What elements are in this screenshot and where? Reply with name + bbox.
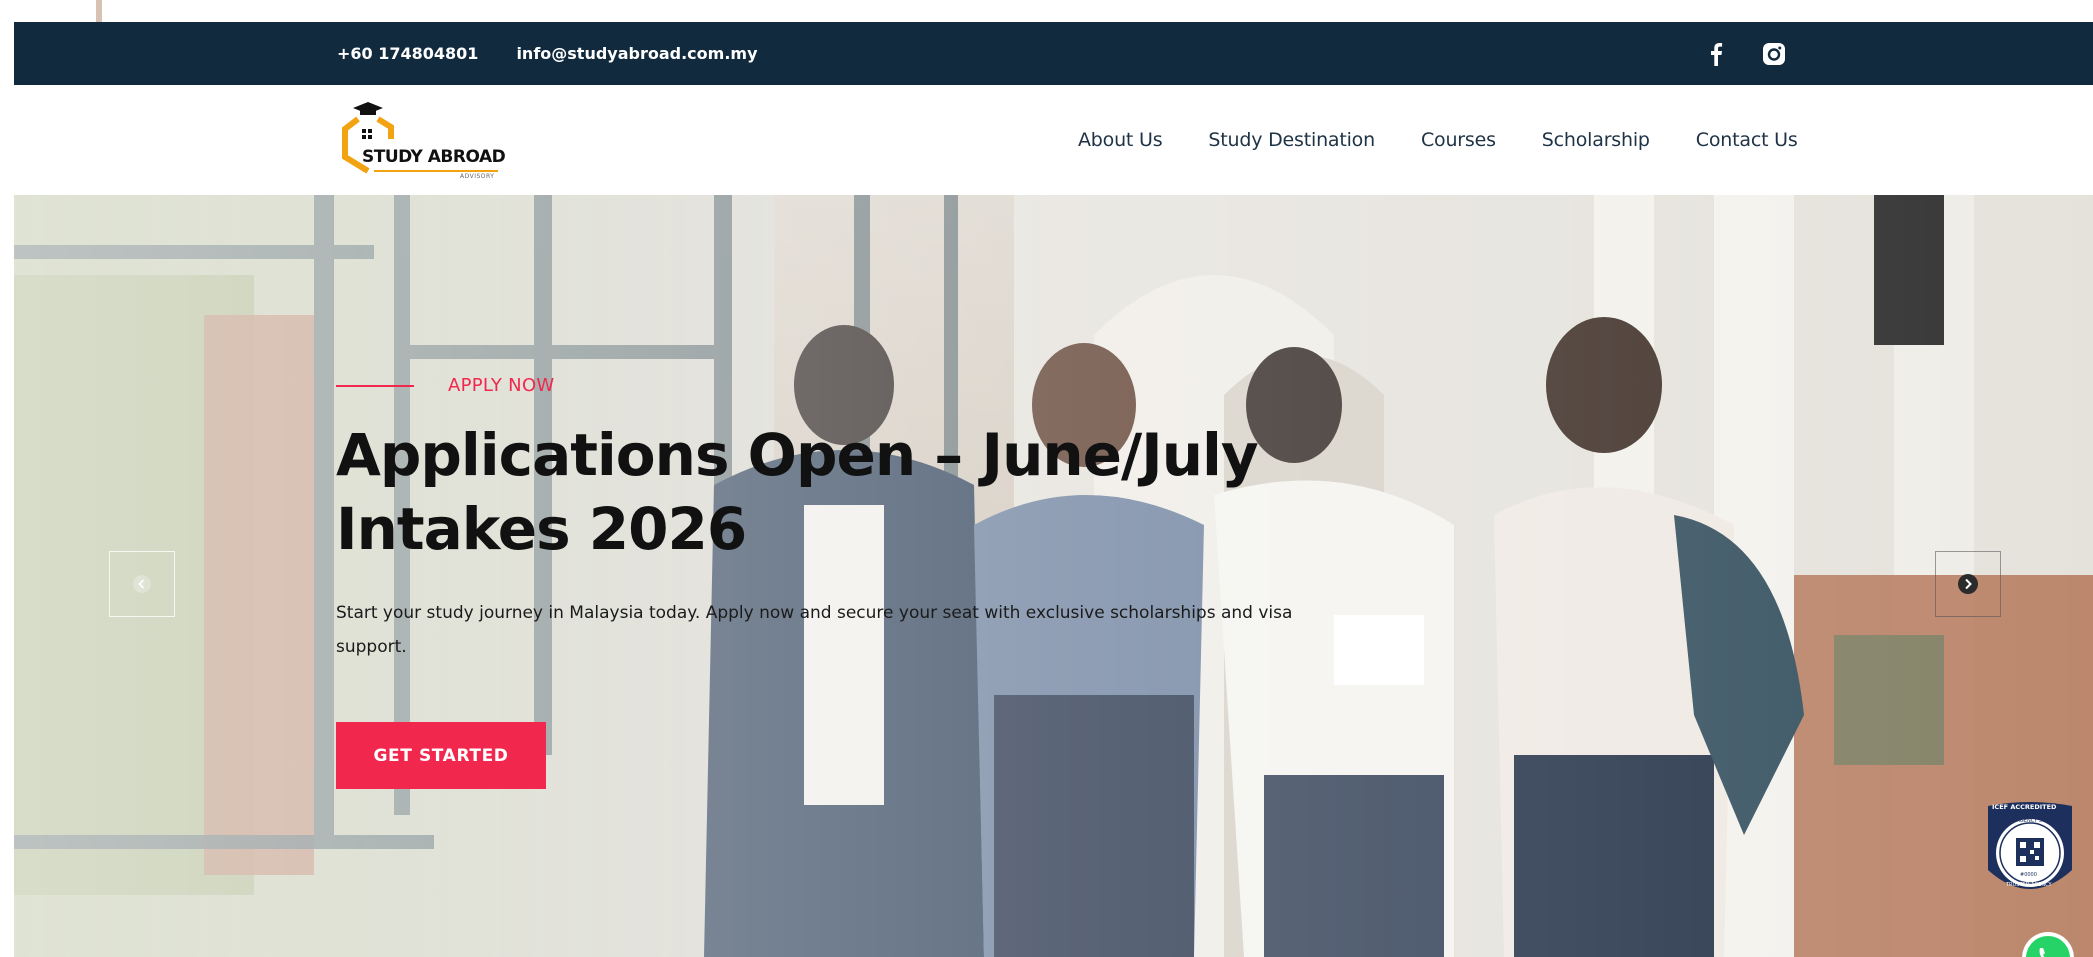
social-links xyxy=(1702,22,1788,85)
site-header: STUDY ABROAD ADVISORY About Us Study Des… xyxy=(14,85,2093,195)
badge-top-text: ICEF ACCREDITED xyxy=(1992,803,2057,811)
get-started-button[interactable]: GET STARTED xyxy=(336,722,546,789)
chevron-left-icon xyxy=(133,575,151,593)
page: +60 174804801 info@studyabroad.com.my ST… xyxy=(0,0,2093,957)
hero-content: APPLY NOW Applications Open – June/July … xyxy=(336,375,1336,789)
contact-info: +60 174804801 info@studyabroad.com.my xyxy=(337,22,758,85)
hero-description: Start your study journey in Malaysia tod… xyxy=(336,603,1293,657)
hero-eyebrow: APPLY NOW xyxy=(336,375,1336,396)
badge-ring-text: ICEF AGENCY STATUS xyxy=(2004,818,2058,824)
badge-bottom-text: TRUSTED AGENCY xyxy=(2006,882,2052,888)
eyebrow-line xyxy=(336,384,414,387)
slider-next-button[interactable] xyxy=(1935,551,2001,617)
main-nav: About Us Study Destination Courses Schol… xyxy=(1078,85,1798,195)
email-link[interactable]: info@studyabroad.com.my xyxy=(516,44,757,63)
nav-item-study-destination[interactable]: Study Destination xyxy=(1208,129,1375,151)
instagram-icon[interactable] xyxy=(1760,40,1788,68)
hero-title-line-1: Applications Open – June/July xyxy=(336,421,1259,489)
hero-title-line-2: Intakes 2026 xyxy=(336,495,747,563)
logo-subtitle: ADVISORY xyxy=(460,173,495,180)
top-bar: +60 174804801 info@studyabroad.com.my xyxy=(14,22,2093,85)
chevron-right-icon xyxy=(1958,574,1978,594)
badge-code: #0000 xyxy=(2020,872,2037,878)
nav-item-contact-us[interactable]: Contact Us xyxy=(1696,129,1798,151)
hero-slider: APPLY NOW Applications Open – June/July … xyxy=(14,195,2093,957)
eyebrow-text: APPLY NOW xyxy=(448,375,555,396)
icef-accredited-badge[interactable]: ICEF ACCREDITED ICEF AGENCY STATUS #0000… xyxy=(1980,798,2080,908)
nav-item-courses[interactable]: Courses xyxy=(1421,129,1496,151)
phone-link[interactable]: +60 174804801 xyxy=(337,44,478,63)
nav-item-about-us[interactable]: About Us xyxy=(1078,129,1163,151)
logo[interactable]: STUDY ABROAD ADVISORY xyxy=(338,99,513,180)
whatsapp-icon[interactable] xyxy=(2018,928,2078,957)
hero-title: Applications Open – June/July Intakes 20… xyxy=(336,418,1316,566)
slider-prev-button[interactable] xyxy=(109,551,175,617)
facebook-icon[interactable] xyxy=(1702,40,1730,68)
nav-item-scholarship[interactable]: Scholarship xyxy=(1542,129,1650,151)
logo-wordmark: STUDY ABROAD xyxy=(362,147,506,167)
